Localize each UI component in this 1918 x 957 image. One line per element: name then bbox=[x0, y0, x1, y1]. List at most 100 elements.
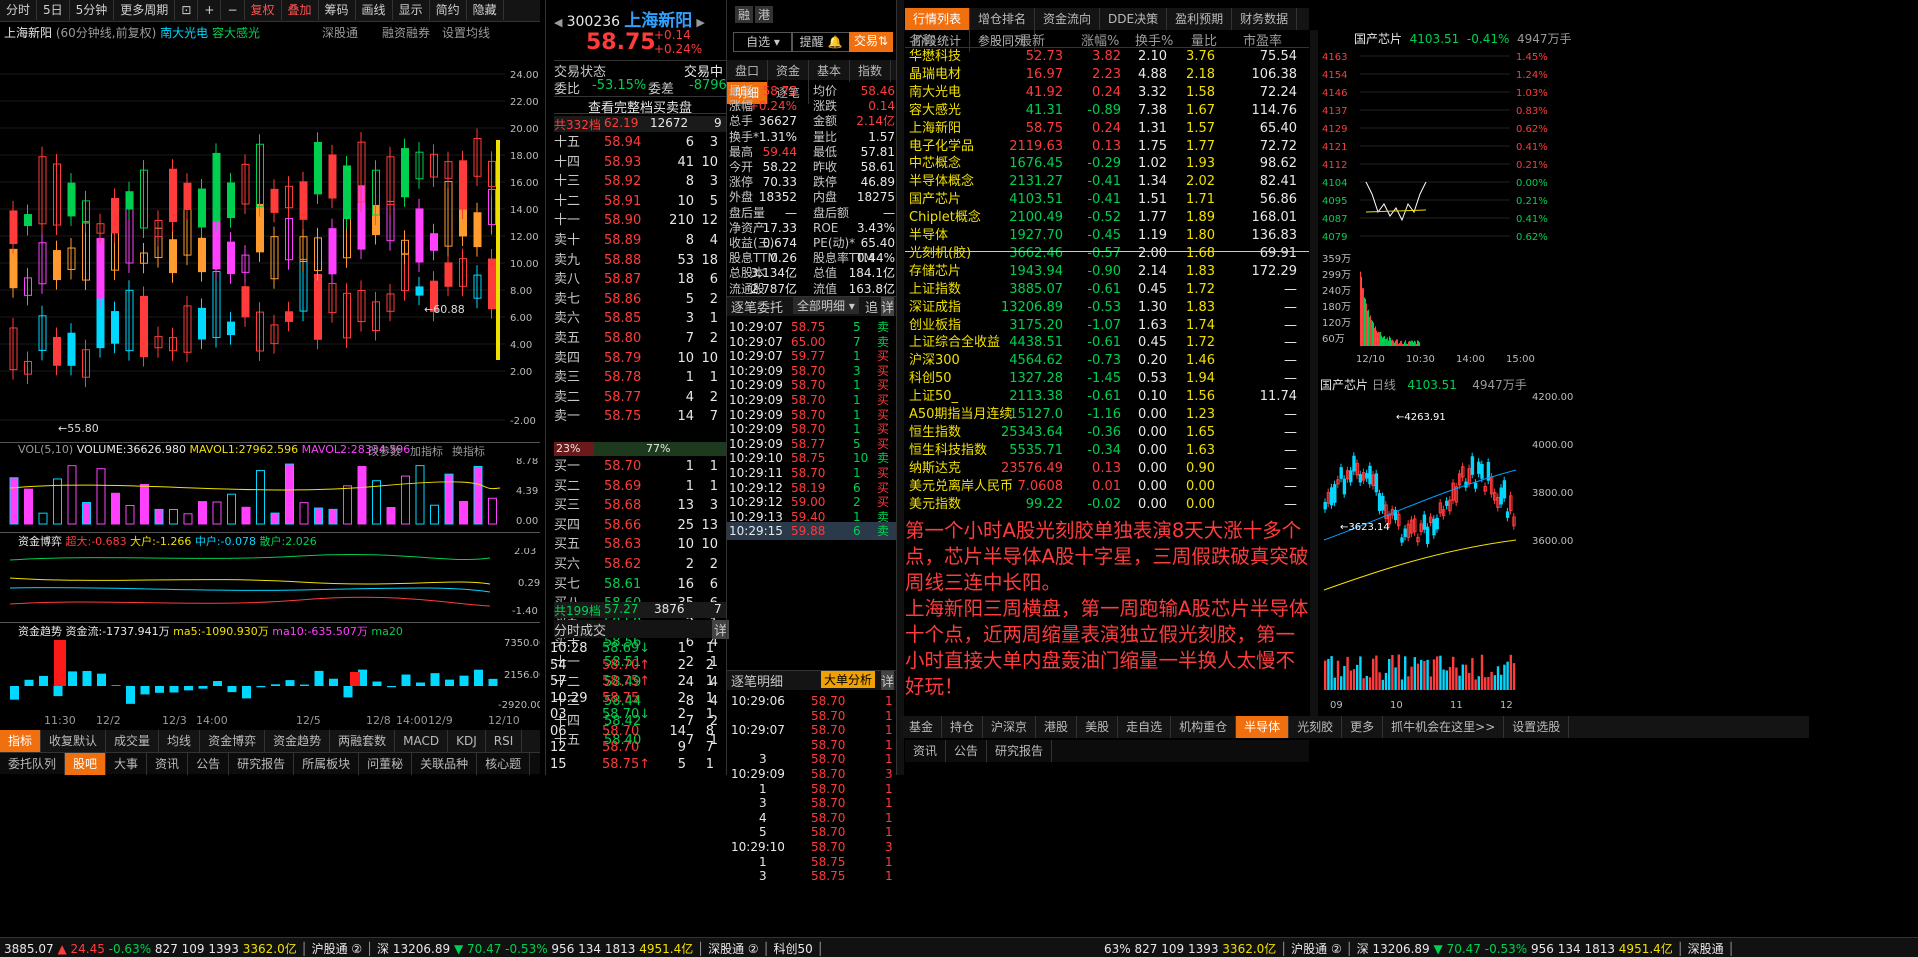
list-name[interactable]: 创业板指 bbox=[909, 317, 961, 335]
bottom-tab[interactable]: 大事 bbox=[106, 753, 148, 775]
list-tab[interactable]: 增仓排名 bbox=[970, 8, 1036, 30]
stat-tab[interactable]: 基本 bbox=[809, 60, 851, 82]
list-col-header[interactable]: 名称 bbox=[909, 30, 935, 49]
list-row[interactable]: 上证50_ 2113.38 -0.61 0.10 1.56 11.74 bbox=[905, 388, 1309, 406]
ma-settings-link[interactable]: 设置均线 bbox=[442, 24, 490, 41]
list-col-header[interactable]: 涨幅% bbox=[1081, 30, 1119, 49]
indicator-tab[interactable]: MACD bbox=[395, 730, 449, 752]
list-row[interactable]: 深证成指 13206.89 -0.53 1.30 1.83 — bbox=[905, 299, 1309, 317]
hide-button[interactable]: 隐藏 bbox=[467, 0, 504, 20]
bottom-tab[interactable]: 问董秘 bbox=[359, 753, 413, 775]
vol-switch-link[interactable]: 换指标 bbox=[452, 443, 485, 459]
scrollbar[interactable] bbox=[1310, 30, 1318, 716]
list-row[interactable]: 沪深300 4564.62 -0.73 0.20 1.46 — bbox=[905, 352, 1309, 370]
bottom-tab[interactable]: 所属板块 bbox=[294, 753, 360, 775]
margin-link[interactable]: 融资融券 bbox=[382, 24, 430, 41]
tab-5min[interactable]: 5分钟 bbox=[70, 0, 115, 20]
sector-tab[interactable]: 光刻胶 bbox=[1289, 716, 1343, 738]
list-name[interactable]: Chiplet概念 bbox=[909, 209, 981, 227]
alert-button[interactable]: 提醒 🔔 bbox=[791, 32, 851, 52]
list-name[interactable]: 上证指数 bbox=[909, 281, 961, 299]
trade-button[interactable]: 交易⇅ bbox=[849, 32, 893, 52]
more-period-button[interactable]: 更多周期 bbox=[114, 0, 176, 20]
news-tab[interactable]: 研究报告 bbox=[987, 740, 1053, 762]
watchlist-button[interactable]: 自选 ▾ bbox=[733, 32, 793, 52]
list-name[interactable]: 恒生指数 bbox=[909, 424, 961, 442]
list-name[interactable]: 上海新阳 bbox=[909, 120, 961, 138]
sector-tab[interactable]: 沪深京 bbox=[983, 716, 1037, 738]
lock-icon[interactable]: ⊡ bbox=[175, 0, 199, 20]
list-name[interactable]: 光刻机(胶) bbox=[909, 245, 971, 263]
list-col-header[interactable]: 换手% bbox=[1135, 30, 1173, 49]
list-name[interactable]: 中芯概念 bbox=[909, 155, 961, 173]
indicator-tab[interactable]: RSI bbox=[486, 730, 523, 752]
overlay-legend-2[interactable]: 容大感光 bbox=[212, 26, 260, 40]
bottom-tab[interactable]: 资讯 bbox=[147, 753, 189, 775]
list-name[interactable]: 存储芯片 bbox=[909, 263, 961, 281]
overlay-button[interactable]: 叠加 bbox=[282, 0, 319, 20]
sector-tab[interactable]: 抓牛机会在这里>> bbox=[1383, 716, 1505, 738]
vol-param-link[interactable]: 改参数 bbox=[368, 443, 401, 459]
list-name[interactable]: 南大光电 bbox=[909, 84, 961, 102]
adjust-button[interactable]: 复权 bbox=[245, 0, 282, 20]
list-name[interactable]: 沪深300 bbox=[909, 352, 960, 370]
list-name[interactable]: 晶瑞电材 bbox=[909, 66, 961, 84]
list-name[interactable]: 科创50 bbox=[909, 370, 952, 388]
tab-5day[interactable]: 5日 bbox=[37, 0, 70, 20]
indicator-tab[interactable]: 资金趋势 bbox=[265, 730, 331, 752]
list-tab[interactable]: 财务数据 bbox=[1232, 8, 1298, 30]
indicator-tab[interactable]: 两融套数 bbox=[330, 730, 396, 752]
list-row[interactable]: 南大光电 41.92 0.24 3.32 1.58 72.24 bbox=[905, 84, 1309, 102]
zb-detail[interactable]: 详 bbox=[881, 297, 895, 316]
zoom-out-icon[interactable]: − bbox=[221, 0, 245, 20]
list-row[interactable]: 晶瑞电材 16.97 2.23 4.88 2.18 106.38 bbox=[905, 66, 1309, 84]
splitter[interactable] bbox=[896, 0, 904, 775]
list-name[interactable]: 半导体 bbox=[909, 227, 948, 245]
bottom-tab[interactable]: 委托队列 bbox=[0, 753, 66, 775]
list-row[interactable]: 上海新阳 58.75 0.24 1.31 1.57 65.40 bbox=[905, 120, 1309, 138]
tab-intraday[interactable]: 分时 bbox=[0, 0, 38, 20]
sector-tab[interactable]: 走自选 bbox=[1118, 716, 1172, 738]
indicator-tab[interactable]: KDJ bbox=[448, 730, 486, 752]
bottom-tab[interactable]: 股吧 bbox=[65, 753, 107, 775]
list-row[interactable]: Chiplet概念 2100.49 -0.52 1.77 1.89 168.01 bbox=[905, 209, 1309, 227]
indicator-tab[interactable]: 指标 bbox=[0, 730, 42, 752]
news-tab[interactable]: 公告 bbox=[946, 740, 988, 762]
list-row[interactable]: 恒生指数 25343.64 -0.36 0.00 1.65 — bbox=[905, 424, 1309, 442]
bigorder-button[interactable]: 大单分析 bbox=[821, 671, 876, 688]
sector-tab[interactable]: 设置选股 bbox=[1504, 716, 1570, 738]
list-row[interactable]: 恒生科技指数 5535.71 -0.34 0.00 1.63 — bbox=[905, 442, 1309, 460]
list-row[interactable]: 存储芯片 1943.94 -0.90 2.14 1.83 172.29 bbox=[905, 263, 1309, 281]
list-row[interactable]: 上证综合全收益 4438.51 -0.61 0.45 1.72— bbox=[905, 334, 1309, 352]
full-book-link[interactable]: 查看完整档买卖盘 bbox=[554, 96, 726, 116]
list-row[interactable]: 半导体概念 2131.27 -0.41 1.34 2.02 82.41 bbox=[905, 173, 1309, 191]
list-row[interactable]: 电子化学品 2119.63 0.13 1.75 1.77 72.72 bbox=[905, 138, 1309, 156]
simple-button[interactable]: 简约 bbox=[430, 0, 467, 20]
bottom-tab[interactable]: 核心题 bbox=[477, 753, 531, 775]
list-row[interactable]: 容大感光 41.31 -0.89 7.38 1.67 114.76 bbox=[905, 102, 1309, 120]
list-tab[interactable]: DDE决策 bbox=[1100, 8, 1168, 30]
chips-button[interactable]: 筹码 bbox=[319, 0, 356, 20]
sgt-link[interactable]: 深股通 bbox=[322, 24, 358, 41]
list-row[interactable]: 科创50 1327.28 -1.45 0.53 1.94 — bbox=[905, 370, 1309, 388]
overlay-legend-1[interactable]: 南大光电 bbox=[160, 26, 208, 40]
mx-detail[interactable]: 详 bbox=[881, 671, 895, 690]
list-name[interactable]: 恒生科技指数 bbox=[909, 442, 987, 460]
list-name[interactable]: 深证成指 bbox=[909, 299, 961, 317]
indicator-tab[interactable]: 成交量 bbox=[106, 730, 160, 752]
zb-filter[interactable]: 全部明细 ▾ bbox=[793, 297, 859, 314]
indicator-tab[interactable]: 资金博弈 bbox=[200, 730, 266, 752]
sector-tab[interactable]: 机构重仓 bbox=[1171, 716, 1237, 738]
sector-tab[interactable]: 持仓 bbox=[942, 716, 984, 738]
list-name[interactable]: 上证50_ bbox=[909, 388, 958, 406]
draw-line-button[interactable]: 画线 bbox=[356, 0, 393, 20]
list-row[interactable]: 光刻机(胶) 3662.46 -0.57 2.00 1.68 69.91 bbox=[905, 245, 1309, 263]
sector-tab[interactable]: 基金 bbox=[901, 716, 943, 738]
stat-tab[interactable]: 资金 bbox=[768, 60, 810, 82]
list-row[interactable]: 半导体 1927.70 -0.45 1.19 1.80 136.83 bbox=[905, 227, 1309, 245]
zb-follow[interactable]: 追 bbox=[865, 297, 878, 316]
list-col-header[interactable]: 最新 bbox=[1019, 30, 1045, 49]
news-tab[interactable]: 资讯 bbox=[905, 740, 947, 762]
list-row[interactable]: A50期指当月连续 15127.0 -1.16 0.00 1.23— bbox=[905, 406, 1309, 424]
stat-tab[interactable]: 盘口 bbox=[727, 60, 769, 82]
